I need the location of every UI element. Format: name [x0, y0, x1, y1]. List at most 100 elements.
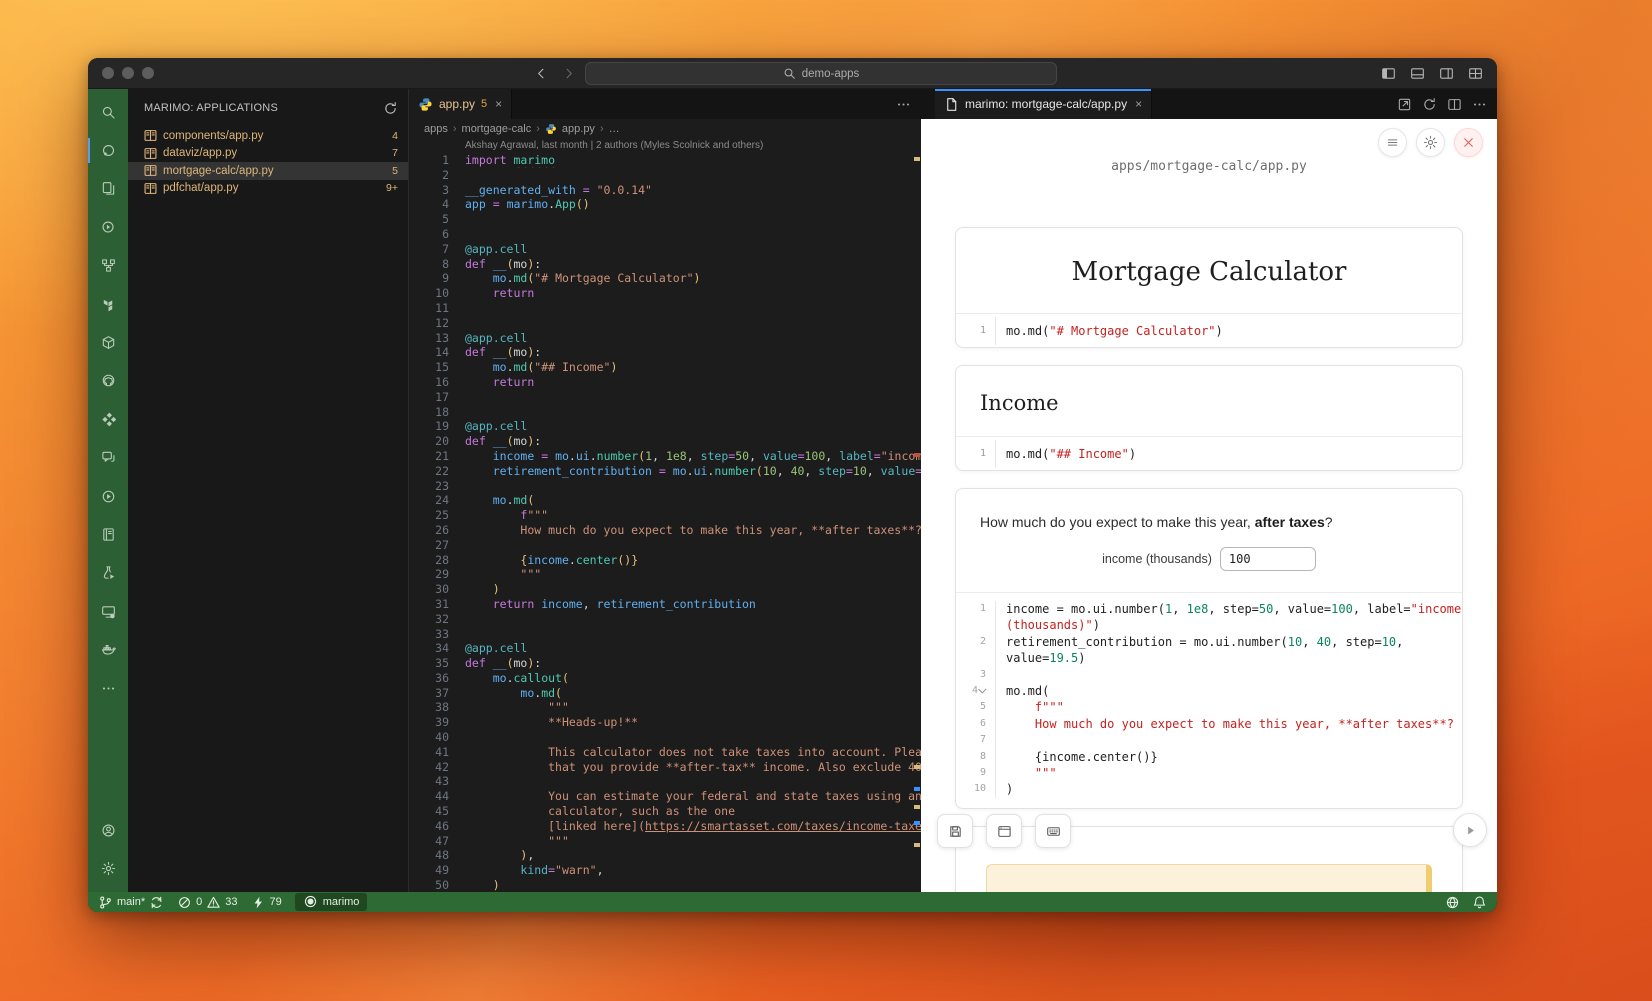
- code-line[interactable]: 10 return: [409, 286, 921, 301]
- more-actions-icon[interactable]: [896, 97, 911, 112]
- zoom-window-button[interactable]: [142, 67, 154, 79]
- code-line[interactable]: 30 ): [409, 582, 921, 597]
- code-line[interactable]: 34@app.cell: [409, 641, 921, 656]
- code-line[interactable]: 14def __(mo):: [409, 345, 921, 360]
- tab-marimo-preview[interactable]: marimo: mortgage-calc/app.py ×: [935, 89, 1152, 119]
- code-line[interactable]: 47 """: [409, 834, 921, 849]
- git-branch-item[interactable]: main*: [98, 895, 164, 910]
- activity-bar-item-pages[interactable]: [88, 170, 128, 208]
- remote-globe-icon[interactable]: [1445, 895, 1460, 910]
- activity-bar-item-graph[interactable]: [88, 247, 128, 285]
- code-line[interactable]: 31 return income, retirement_contributio…: [409, 597, 921, 612]
- activity-bar-item-account[interactable]: [88, 811, 128, 849]
- code-line[interactable]: 1import marimo: [409, 153, 921, 168]
- code-line[interactable]: 29 """: [409, 567, 921, 582]
- marimo-status-item[interactable]: marimo: [295, 893, 368, 911]
- back-icon[interactable]: [534, 66, 549, 81]
- activity-bar-item-remote-monitor[interactable]: [88, 592, 128, 630]
- minimize-window-button[interactable]: [122, 67, 134, 79]
- code-line[interactable]: 49 kind="warn",: [409, 863, 921, 878]
- code-line[interactable]: 46 [linked here](https://smartasset.com/…: [409, 819, 921, 834]
- close-tab-icon[interactable]: ×: [1135, 97, 1142, 111]
- activity-bar-item-play-circle[interactable]: [88, 477, 128, 515]
- activity-bar-item-settings[interactable]: [88, 850, 128, 888]
- cell-code-block[interactable]: 1income = mo.ui.number(1, 1e8, step=50, …: [956, 593, 1462, 808]
- command-center-search[interactable]: demo-apps: [585, 62, 1057, 85]
- overview-ruler[interactable]: [912, 153, 921, 892]
- code-line[interactable]: 13@app.cell: [409, 331, 921, 346]
- cell-mortgage-title[interactable]: Mortgage Calculator 1 mo.md("# Mortgage …: [955, 227, 1463, 348]
- codelens-blame[interactable]: Akshay Agrawal, last month | 2 authors (…: [409, 139, 921, 153]
- activity-bar-item-azure[interactable]: [88, 400, 128, 438]
- activity-bar-item-notebook[interactable]: [88, 515, 128, 553]
- notifications-bell-icon[interactable]: [1472, 895, 1487, 910]
- activity-bar-item-docker[interactable]: [88, 630, 128, 668]
- code-line[interactable]: 18: [409, 405, 921, 420]
- extra-counter-item[interactable]: 79: [251, 895, 282, 910]
- code-line[interactable]: 17: [409, 390, 921, 405]
- code-line[interactable]: 41 This calculator does not take taxes i…: [409, 745, 921, 760]
- sidebar-item-dataviz-app-py[interactable]: dataviz/app.py7: [128, 145, 408, 163]
- code-line[interactable]: 2: [409, 168, 921, 183]
- shutdown-button[interactable]: [1454, 128, 1483, 157]
- cell-code[interactable]: mo.md("# Mortgage Calculator"): [995, 317, 1462, 345]
- toggle-sidebar-icon[interactable]: [1381, 66, 1396, 81]
- toggle-panel-icon[interactable]: [1410, 66, 1425, 81]
- breadcrumb-item[interactable]: apps: [424, 123, 448, 135]
- code-line[interactable]: 26 How much do you expect to make this y…: [409, 523, 921, 538]
- code-line[interactable]: 39 **Heads-up!**: [409, 715, 921, 730]
- activity-bar-item-github[interactable]: [88, 362, 128, 400]
- sidebar-item-components-app-py[interactable]: components/app.py4: [128, 127, 408, 145]
- code-line[interactable]: 11: [409, 301, 921, 316]
- close-tab-icon[interactable]: ×: [495, 97, 502, 111]
- cell-income-input[interactable]: How much do you expect to make this year…: [955, 488, 1463, 809]
- code-line[interactable]: 25 f""": [409, 508, 921, 523]
- code-line[interactable]: 40: [409, 730, 921, 745]
- code-line[interactable]: 12: [409, 316, 921, 331]
- close-window-button[interactable]: [102, 67, 114, 79]
- cell-income-title[interactable]: Income 1 mo.md("## Income"): [955, 365, 1463, 471]
- activity-bar-item-terraform[interactable]: [88, 285, 128, 323]
- code-line[interactable]: 50 ): [409, 878, 921, 892]
- customize-layout-icon[interactable]: [1468, 66, 1483, 81]
- activity-bar-item-run-search[interactable]: [88, 208, 128, 246]
- code-line[interactable]: 5: [409, 212, 921, 227]
- tab-app-py[interactable]: app.py 5 ×: [409, 89, 512, 119]
- code-line[interactable]: 37 mo.md(: [409, 686, 921, 701]
- code-line[interactable]: 48 ),: [409, 848, 921, 863]
- code-line[interactable]: 44 You can estimate your federal and sta…: [409, 789, 921, 804]
- open-external-icon[interactable]: [1397, 97, 1412, 112]
- code-line[interactable]: 27: [409, 538, 921, 553]
- code-line[interactable]: 32: [409, 612, 921, 627]
- activity-bar-item-more[interactable]: [88, 669, 128, 707]
- code-line[interactable]: 9 mo.md("# Mortgage Calculator"): [409, 271, 921, 286]
- menu-button[interactable]: [1378, 128, 1407, 157]
- code-line[interactable]: 22 retirement_contribution = mo.ui.numbe…: [409, 464, 921, 479]
- code-line[interactable]: 35def __(mo):: [409, 656, 921, 671]
- forward-icon[interactable]: [561, 66, 576, 81]
- code-line[interactable]: 6: [409, 227, 921, 242]
- activity-bar-item-comments[interactable]: [88, 439, 128, 477]
- code-line[interactable]: 20def __(mo):: [409, 434, 921, 449]
- code-line[interactable]: 45 calculator, such as the one: [409, 804, 921, 819]
- open-app-button[interactable]: [986, 814, 1022, 848]
- shortcuts-button[interactable]: [1035, 814, 1071, 848]
- code-line[interactable]: 16 return: [409, 375, 921, 390]
- code-line[interactable]: 7@app.cell: [409, 242, 921, 257]
- code-line[interactable]: 43: [409, 774, 921, 789]
- code-line[interactable]: 28 {income.center()}: [409, 553, 921, 568]
- code-line[interactable]: 33: [409, 627, 921, 642]
- activity-bar-item-search[interactable]: [88, 93, 128, 131]
- split-editor-icon[interactable]: [1447, 97, 1462, 112]
- activity-bar-item-test-run[interactable]: [88, 554, 128, 592]
- code-line[interactable]: 21 income = mo.ui.number(1, 1e8, step=50…: [409, 449, 921, 464]
- sidebar-item-mortgage-calc-app-py[interactable]: mortgage-calc/app.py5: [128, 162, 408, 180]
- sidebar-item-pdfchat-app-py[interactable]: pdfchat/app.py9+: [128, 180, 408, 198]
- app-settings-button[interactable]: [1416, 128, 1445, 157]
- activity-bar-item-package[interactable]: [88, 323, 128, 361]
- code-line[interactable]: 36 mo.callout(: [409, 671, 921, 686]
- code-line[interactable]: 4app = marimo.App(): [409, 197, 921, 212]
- cell-code[interactable]: mo.md("## Income"): [995, 440, 1462, 468]
- breadcrumb[interactable]: apps› mortgage-calc› app.py› …: [409, 119, 921, 139]
- code-line[interactable]: 8def __(mo):: [409, 257, 921, 272]
